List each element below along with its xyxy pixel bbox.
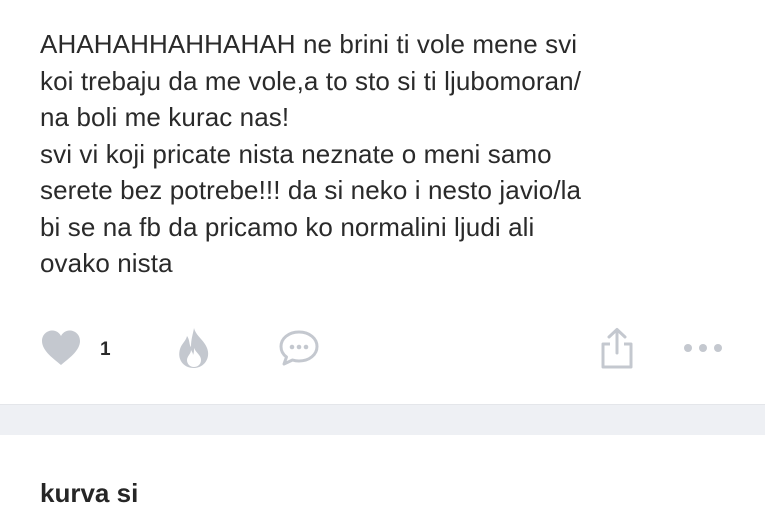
post-actions-bar: 1 xyxy=(0,322,765,378)
post-text-line: bi se na fb da pricamo ko normalini ljud… xyxy=(40,211,535,242)
comment-card: kurva si xyxy=(0,435,765,510)
post-text-line: AHAHAHHAHHAHAH ne brini ti vole mene svi xyxy=(40,29,578,59)
like-button[interactable]: 1 xyxy=(40,322,111,378)
comment-button[interactable] xyxy=(278,322,320,378)
more-options-button[interactable] xyxy=(682,322,724,378)
screen: AHAHAHHAHHAHAH ne brini ti vole mene svi… xyxy=(0,0,765,510)
section-divider xyxy=(0,404,765,436)
comment-text: kurva si xyxy=(40,478,139,508)
share-icon xyxy=(597,326,637,375)
heart-icon xyxy=(40,329,82,372)
post-card: AHAHAHHAHHAHAH ne brini ti vole mene svi… xyxy=(0,0,765,404)
like-count: 1 xyxy=(100,339,111,360)
post-text-line: ovako nista xyxy=(40,248,173,278)
post-text-line: na boli me kurac nas! xyxy=(40,102,290,132)
post-text-line: serete bez potrebe!!! da si neko i nesto… xyxy=(40,175,582,205)
fire-icon xyxy=(174,326,214,375)
fire-button[interactable] xyxy=(174,322,214,378)
post-text-line: koi trebaju da me vole,a to sto si ti lj… xyxy=(40,65,582,96)
post-text: AHAHAHHAHHAHAH ne brini ti vole mene svi… xyxy=(40,26,740,282)
more-dots-icon xyxy=(682,341,724,359)
speech-bubble-icon xyxy=(278,329,320,372)
share-button[interactable] xyxy=(597,322,637,378)
post-text-line: svi vi koji pricate nista neznate o meni… xyxy=(40,138,552,169)
